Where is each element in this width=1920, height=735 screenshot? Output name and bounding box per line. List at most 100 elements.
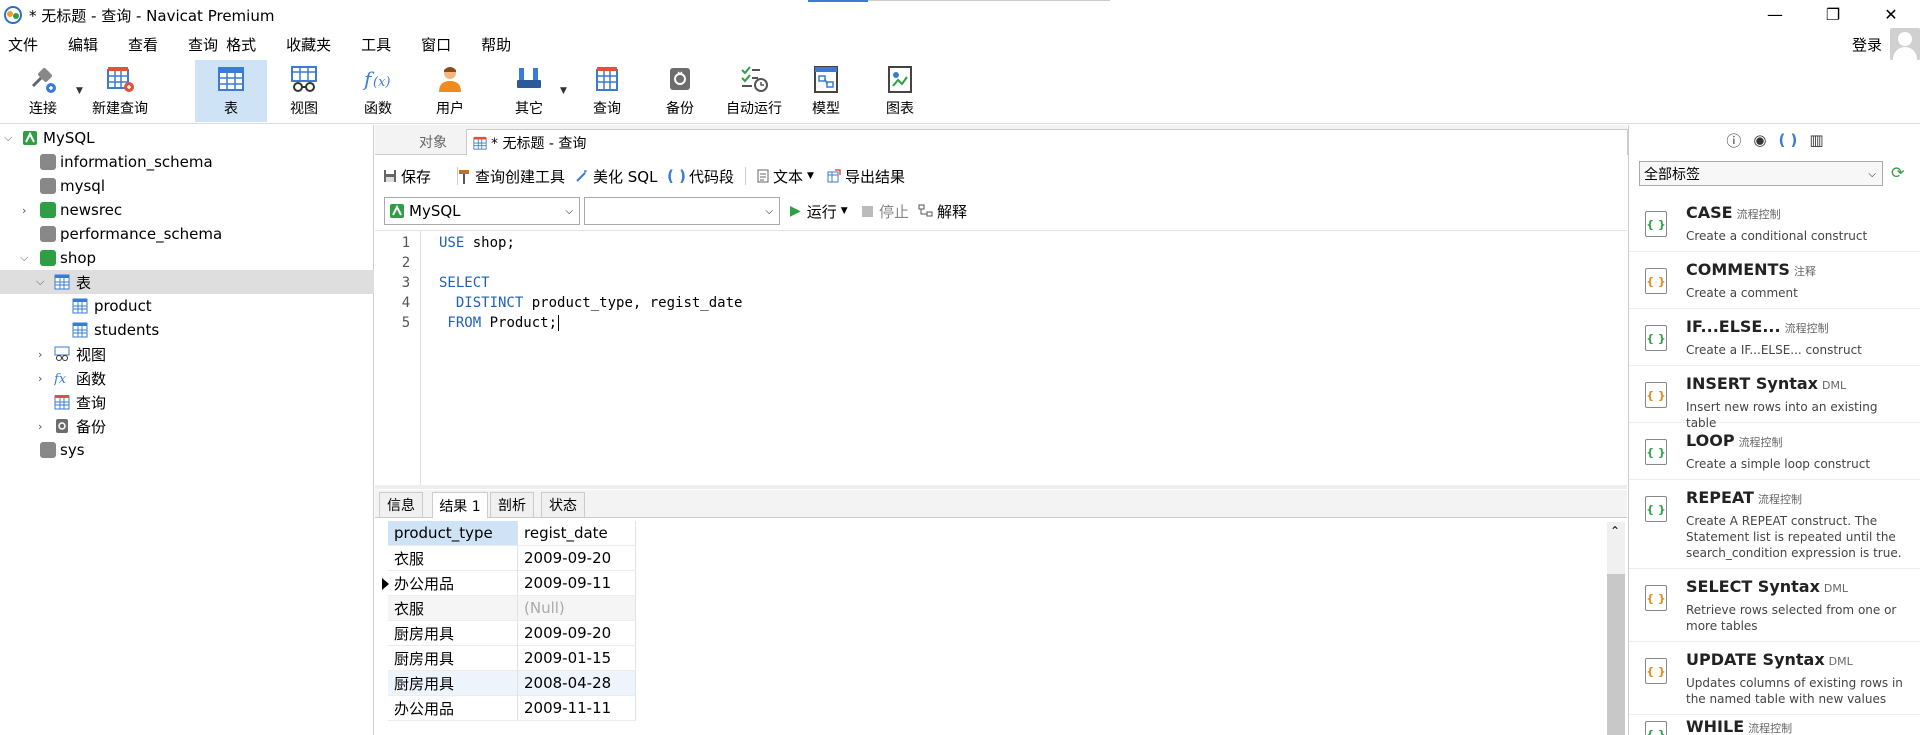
backup-button[interactable]: 备份: [658, 60, 702, 122]
grid-cell[interactable]: 衣服: [388, 596, 518, 621]
connection-select[interactable]: MySQL ⌵: [384, 197, 580, 225]
editor-result-splitter[interactable]: [375, 485, 1627, 489]
grid-cell[interactable]: 厨房用具: [388, 621, 518, 646]
table-row[interactable]: 办公用品 2009-11-11: [388, 696, 636, 721]
minimize-button[interactable]: —: [1746, 0, 1804, 28]
braces-icon[interactable]: ( ): [1778, 131, 1797, 149]
tab-objects[interactable]: 对象: [403, 129, 463, 155]
grid-cell[interactable]: 2008-04-28: [518, 671, 636, 696]
table-row[interactable]: 厨房用具 2008-04-28: [388, 671, 636, 696]
automation-button[interactable]: 自动运行: [722, 60, 786, 122]
sql-editor[interactable]: 1 2 3 4 5 USE shop; SELECT DISTINCT prod…: [375, 230, 1627, 486]
stop-button[interactable]: 停止: [862, 197, 918, 225]
grid-cell[interactable]: 厨房用具: [388, 671, 518, 696]
avatar[interactable]: [1890, 28, 1920, 60]
tab-status[interactable]: 状态: [541, 492, 585, 518]
menu-help[interactable]: 帮助: [473, 34, 511, 55]
menu-format[interactable]: 格式: [226, 34, 256, 55]
snippet-case[interactable]: { } CASE 流程控制 Create a conditional constr…: [1629, 195, 1920, 252]
chart-button[interactable]: 图表: [878, 60, 922, 122]
tab-result-1[interactable]: 结果 1: [432, 492, 488, 518]
table-row[interactable]: 厨房用具 2009-01-15: [388, 646, 636, 671]
table-row[interactable]: 厨房用具 2009-09-20: [388, 621, 636, 646]
tab-profile[interactable]: 剖析: [490, 492, 534, 518]
grid-cell[interactable]: 办公用品: [388, 571, 518, 596]
eye-icon[interactable]: ◉: [1753, 131, 1766, 149]
snippet-comments[interactable]: { } COMMENTS 注释 Create a comment: [1629, 252, 1920, 309]
tree-tables-folder[interactable]: ⌵ 表: [0, 270, 374, 294]
column-header[interactable]: regist_date: [518, 521, 636, 546]
expand-arrow-icon[interactable]: ›: [22, 204, 26, 217]
menu-favorites[interactable]: 收藏夹: [278, 34, 331, 55]
grid-cell[interactable]: 衣服: [388, 546, 518, 571]
database-select[interactable]: ⌵: [584, 197, 780, 225]
grid-cell[interactable]: 2009-09-20: [518, 621, 636, 646]
tree-db-performance-schema[interactable]: performance_schema: [0, 222, 374, 246]
tree-db-shop[interactable]: ⌵ shop: [0, 246, 374, 270]
snippet-insert-syntax[interactable]: { } INSERT Syntax DML Insert new rows int…: [1629, 366, 1920, 430]
tree-db-mysql[interactable]: mysql: [0, 174, 374, 198]
info-icon[interactable]: ⓘ: [1726, 130, 1741, 151]
other-button[interactable]: 其它: [506, 60, 552, 122]
table-row[interactable]: 衣服 2009-09-20: [388, 546, 636, 571]
menu-query[interactable]: 查询: [180, 34, 218, 55]
expand-arrow-icon[interactable]: ›: [38, 372, 42, 385]
new-query-button[interactable]: 新建查询: [88, 60, 152, 122]
menu-window[interactable]: 窗口: [413, 34, 451, 55]
model-button[interactable]: 模型: [804, 60, 848, 122]
tree-functions-folder[interactable]: › fx 函数: [0, 366, 374, 390]
query-builder-button[interactable]: 查询创建工具: [457, 166, 565, 187]
expand-arrow-icon[interactable]: ›: [38, 348, 42, 361]
connect-dropdown-icon[interactable]: ▼: [76, 86, 83, 96]
table-row[interactable]: 办公用品 2009-09-11: [382, 571, 636, 596]
menu-file[interactable]: 文件: [0, 34, 38, 55]
maximize-button[interactable]: ❐: [1804, 0, 1862, 28]
code-snippet-button[interactable]: ( ) 代码段: [667, 166, 734, 187]
grid-cell[interactable]: 2009-11-11: [518, 696, 636, 721]
grid-cell[interactable]: 2009-01-15: [518, 646, 636, 671]
collapse-arrow-icon[interactable]: ⌵: [20, 251, 28, 265]
grid-cell[interactable]: 厨房用具: [388, 646, 518, 671]
snippet-while[interactable]: { } WHILE 流程控制: [1629, 715, 1920, 735]
tree-connection-mysql[interactable]: ⌵ MySQL: [0, 126, 374, 150]
expand-arrow-icon[interactable]: ›: [38, 420, 42, 433]
menu-edit[interactable]: 编辑: [60, 34, 98, 55]
tree-db-information-schema[interactable]: information_schema: [0, 150, 374, 174]
grid-cell[interactable]: 办公用品: [388, 696, 518, 721]
export-result-button[interactable]: 导出结果: [827, 166, 905, 187]
text-dropdown-icon[interactable]: ▼: [807, 171, 814, 181]
tree-table-product[interactable]: product: [0, 294, 374, 318]
snippet-loop[interactable]: { } LOOP 流程控制 Create a simple loop constr…: [1629, 423, 1920, 480]
tree-backups-folder[interactable]: › 备份: [0, 414, 374, 438]
explain-button[interactable]: 解释: [918, 197, 978, 225]
tree-db-sys[interactable]: sys: [0, 438, 374, 462]
tree-db-newsrec[interactable]: › newsrec: [0, 198, 374, 222]
run-dropdown-icon[interactable]: ▼: [841, 206, 848, 216]
view-button[interactable]: 视图: [282, 60, 326, 122]
user-button[interactable]: 用户: [428, 60, 472, 122]
other-dropdown-icon[interactable]: ▼: [560, 86, 567, 96]
grid-cell[interactable]: 2009-09-20: [518, 546, 636, 571]
collapse-arrow-icon[interactable]: ⌵: [36, 275, 44, 289]
function-button[interactable]: f (x) 函数: [354, 60, 402, 122]
tree-queries-folder[interactable]: 查询: [0, 390, 374, 414]
tag-select[interactable]: 全部标签 ⌵: [1639, 161, 1883, 186]
grid-cell[interactable]: 2009-09-11: [518, 571, 636, 596]
run-button[interactable]: ▶ 运行 ▼: [790, 197, 854, 225]
snippet-select-syntax[interactable]: { } SELECT Syntax DML Retrieve rows selec…: [1629, 569, 1920, 642]
table-button[interactable]: 表: [195, 60, 267, 122]
scroll-up-icon[interactable]: ⌃: [1610, 524, 1620, 538]
grid-cell[interactable]: (Null): [518, 596, 636, 621]
table-row[interactable]: 衣服 (Null): [388, 596, 636, 621]
text-button[interactable]: 文本 ▼: [757, 166, 814, 187]
menu-tools[interactable]: 工具: [353, 34, 391, 55]
collapse-arrow-icon[interactable]: ⌵: [4, 131, 12, 145]
panel-icon[interactable]: ▥: [1809, 131, 1823, 149]
save-button[interactable]: 保存: [383, 166, 431, 187]
result-scrollbar[interactable]: ⌃: [1607, 522, 1625, 735]
menu-view[interactable]: 查看: [120, 34, 158, 55]
beautify-sql-button[interactable]: 美化 SQL: [575, 166, 657, 187]
tab-info[interactable]: 信息: [379, 492, 423, 518]
query-button[interactable]: 查询: [584, 60, 630, 122]
snippet-repeat[interactable]: { } REPEAT 流程控制 Create A REPEAT construct…: [1629, 480, 1920, 569]
